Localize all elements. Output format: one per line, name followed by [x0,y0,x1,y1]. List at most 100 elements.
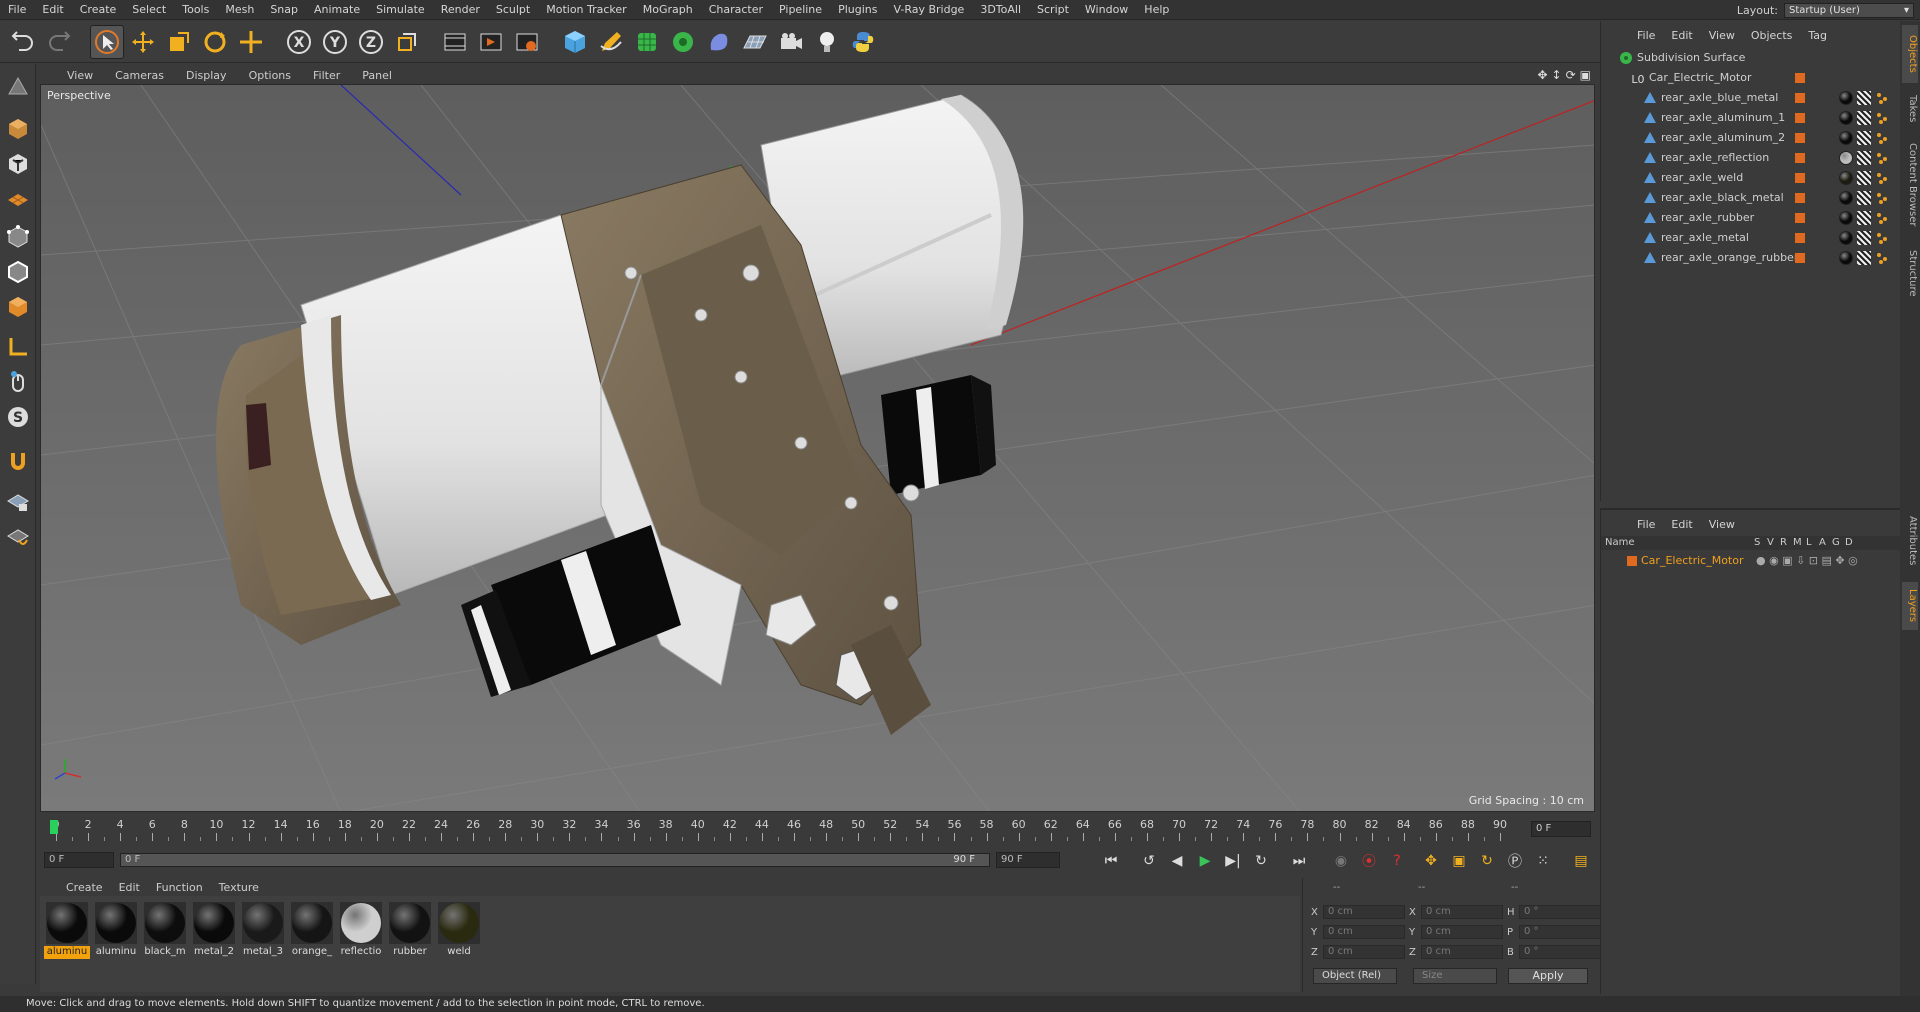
subdivision-icon[interactable] [630,25,664,59]
move-icon[interactable] [126,25,160,59]
material-swatch[interactable]: orange_ [289,900,335,958]
phong-tag-icon[interactable] [1875,151,1889,165]
array-icon[interactable] [666,25,700,59]
phong-tag-icon[interactable] [1875,191,1889,205]
object-row[interactable]: rear_axle_aluminum_2 [1601,128,1901,148]
phong-tag-icon[interactable] [1875,171,1889,185]
layer-menu-view[interactable]: View [1701,518,1743,531]
material-swatch[interactable]: rubber [387,900,433,958]
rotate-icon[interactable] [198,25,232,59]
material-menu-texture[interactable]: Texture [211,881,267,894]
object-name[interactable]: Subdivision Surface [1637,51,1745,64]
key-parameter-icon[interactable]: Ⓟ [1504,850,1526,872]
key-position-icon[interactable]: ✥ [1420,850,1442,872]
position-x-field[interactable]: 0 cm [1323,905,1405,919]
layout-select[interactable]: Startup (User) [1784,2,1914,18]
make-editable-icon[interactable] [3,72,33,102]
z-axis-icon[interactable]: Z [354,25,388,59]
position-z-field[interactable]: 0 cm [1323,945,1405,959]
texture-tag-icon[interactable] [1857,231,1871,245]
material-menu-create[interactable]: Create [58,881,111,894]
keyframe-selection-icon[interactable]: ? [1386,850,1408,872]
zoom-view-icon[interactable]: ↕ [1552,68,1562,82]
material-menu-edit[interactable]: Edit [111,881,148,894]
coordinate-system-icon[interactable] [390,25,424,59]
material-tag-icon[interactable] [1839,131,1853,145]
layer-color-icon[interactable] [1795,153,1805,163]
object-menu-tag[interactable]: Tag [1800,29,1835,42]
tab-attributes[interactable]: Attributes [1902,506,1918,576]
edges-mode-icon[interactable] [3,257,33,287]
object-menu-objects[interactable]: Objects [1743,29,1801,42]
previous-frame-icon[interactable]: ◀ [1166,850,1188,872]
menu-motion-tracker[interactable]: Motion Tracker [538,0,634,20]
phong-tag-icon[interactable] [1875,131,1889,145]
texture-mode-icon[interactable] [3,149,33,179]
object-row[interactable]: rear_axle_blue_metal [1601,88,1901,108]
y-axis-icon[interactable]: Y [318,25,352,59]
object-row[interactable]: L0 Car_Electric_Motor [1601,68,1901,88]
layer-color-icon[interactable] [1795,213,1805,223]
layer-menu-edit[interactable]: Edit [1663,518,1700,531]
autokey-icon[interactable]: ⦿ [1358,850,1380,872]
texture-tag-icon[interactable] [1857,171,1871,185]
object-name[interactable]: rear_axle_blue_metal [1661,91,1778,104]
texture-tag-icon[interactable] [1857,131,1871,145]
phong-tag-icon[interactable] [1875,231,1889,245]
material-swatch[interactable]: metal_2 [191,900,237,958]
timeline-layout-icon[interactable]: ▤ [1570,850,1592,872]
workplane-mode-icon[interactable] [3,184,33,214]
tweak-mode-icon[interactable] [3,367,33,397]
previous-key-icon[interactable]: ↺ [1138,850,1160,872]
python-icon[interactable] [846,25,880,59]
menu-character[interactable]: Character [701,0,771,20]
rotation-p-field[interactable]: 0 ° [1519,925,1601,939]
layer-flag-icons[interactable]: ● ◉ ▣ ⇩ ⊡ ▤ ✥ ◎ [1756,554,1858,567]
phong-tag-icon[interactable] [1875,91,1889,105]
play-icon[interactable]: ▶ [1194,850,1216,872]
material-tag-icon[interactable] [1839,91,1853,105]
material-tag-icon[interactable] [1839,231,1853,245]
select-arrow-icon[interactable] [90,24,124,59]
snap-icon[interactable]: S [3,402,33,432]
object-name[interactable]: rear_axle_reflection [1661,151,1769,164]
texture-tag-icon[interactable] [1857,151,1871,165]
layer-color-swatch[interactable] [1627,556,1637,566]
object-row[interactable]: rear_axle_metal [1601,228,1901,248]
record-keys-icon[interactable]: ◉ [1330,850,1352,872]
render-picture-viewer-icon[interactable] [474,25,508,59]
menu-select[interactable]: Select [124,0,174,20]
texture-tag-icon[interactable] [1857,91,1871,105]
key-rotation-icon[interactable]: ↻ [1476,850,1498,872]
object-row[interactable]: rear_axle_weld [1601,168,1901,188]
axis-mode-icon[interactable] [3,332,33,362]
object-name[interactable]: rear_axle_aluminum_1 [1661,111,1785,124]
pan-view-icon[interactable]: ✥ [1537,68,1547,82]
phong-tag-icon[interactable] [1875,111,1889,125]
end-frame-field[interactable]: 90 F [996,852,1060,868]
layer-color-icon[interactable] [1795,193,1805,203]
menu-vray-bridge[interactable]: V-Ray Bridge [885,0,972,20]
viewport-menu-view[interactable]: View [37,69,104,82]
live-select-icon[interactable] [234,25,268,59]
toggle-view-icon[interactable]: ▣ [1580,68,1591,82]
menu-help[interactable]: Help [1136,0,1177,20]
menu-file[interactable]: File [0,0,34,20]
layer-color-icon[interactable] [1795,253,1805,263]
material-swatch[interactable]: weld [436,900,482,958]
object-name[interactable]: rear_axle_black_metal [1661,191,1784,204]
menu-mesh[interactable]: Mesh [217,0,262,20]
go-to-end-icon[interactable]: ⏭ [1288,850,1310,872]
object-name[interactable]: rear_axle_rubber [1661,211,1754,224]
texture-tag-icon[interactable] [1857,211,1871,225]
menu-tools[interactable]: Tools [174,0,217,20]
material-swatch[interactable]: metal_3 [240,900,286,958]
menu-sculpt[interactable]: Sculpt [488,0,538,20]
points-mode-icon[interactable] [3,222,33,252]
layer-color-icon[interactable] [1795,93,1805,103]
object-name[interactable]: rear_axle_weld [1661,171,1743,184]
menu-plugins[interactable]: Plugins [830,0,885,20]
object-row[interactable]: rear_axle_orange_rubber [1601,248,1901,268]
menu-mograph[interactable]: MoGraph [635,0,701,20]
key-pla-icon[interactable]: ⁙ [1532,850,1554,872]
